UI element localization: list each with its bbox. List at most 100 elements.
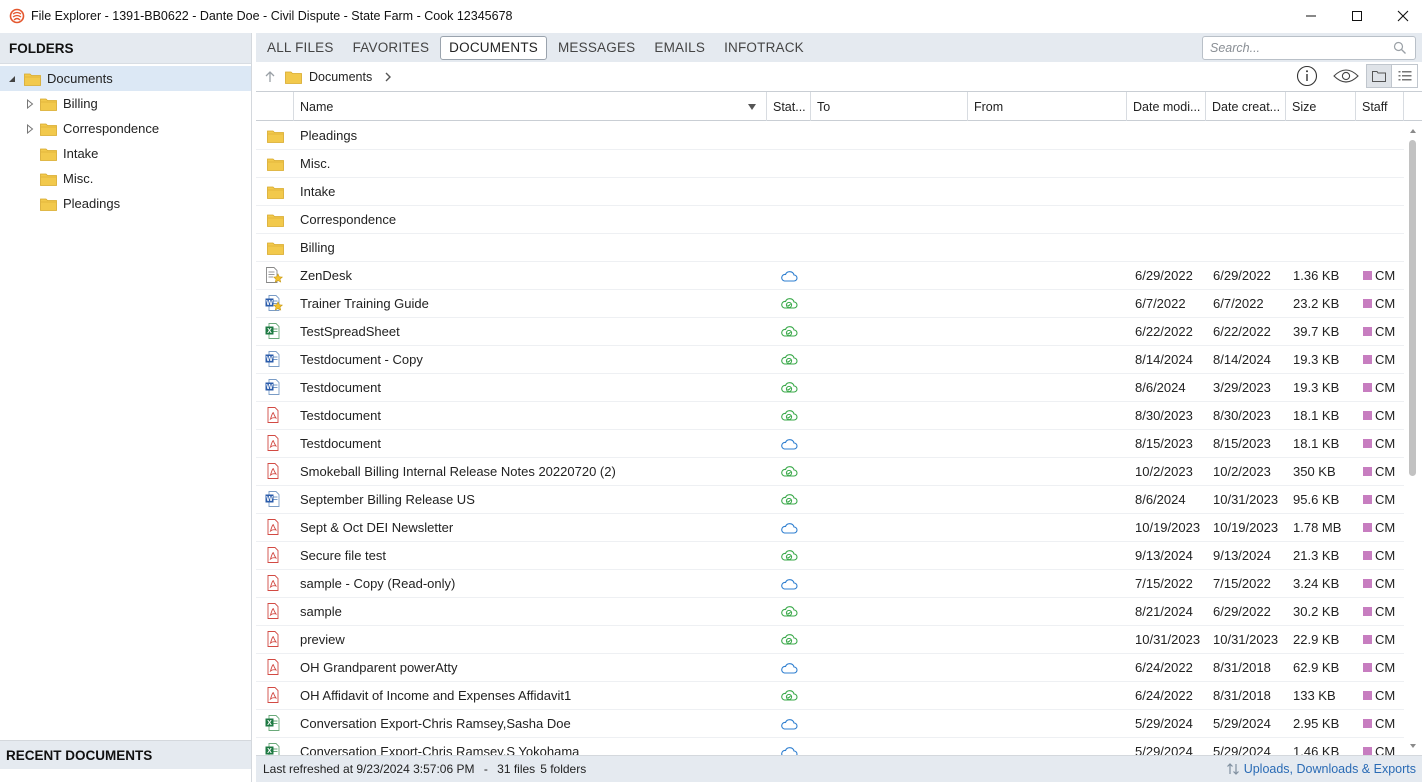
- row-date-modified: 6/24/2022: [1135, 688, 1193, 703]
- row-name[interactable]: Sept & Oct DEI Newsletter: [294, 514, 767, 542]
- row-name[interactable]: Smokeball Billing Internal Release Notes…: [294, 458, 767, 486]
- scroll-up-icon[interactable]: [1404, 124, 1422, 138]
- row-name[interactable]: preview: [294, 626, 767, 654]
- col-header-date-created[interactable]: Date creat...: [1206, 92, 1286, 121]
- collapsed-caret-icon[interactable]: [24, 98, 36, 110]
- file-row[interactable]: Testdocument 8/15/2023 8/15/2023 18.1 KB CM: [256, 430, 1404, 458]
- file-row[interactable]: Secure file test 9/13/2024 9/13/2024 21.3 …: [256, 542, 1404, 570]
- file-row[interactable]: X Conversation Export-Chris Ramsey,Sasha …: [256, 710, 1404, 738]
- row-name[interactable]: Pleadings: [294, 122, 767, 150]
- row-name[interactable]: Secure file test: [294, 542, 767, 570]
- row-name[interactable]: Conversation Export-Chris Ramsey,S Yokoh…: [294, 738, 767, 755]
- info-button[interactable]: [1294, 64, 1320, 88]
- file-row[interactable]: sample - Copy (Read-only) 7/15/2022 7/15/…: [256, 570, 1404, 598]
- status-separator: -: [480, 762, 492, 776]
- minimize-button[interactable]: [1288, 0, 1334, 32]
- scroll-down-icon[interactable]: [1404, 739, 1422, 753]
- row-name[interactable]: ZenDesk: [294, 262, 767, 290]
- collapsed-caret-icon[interactable]: [24, 123, 36, 135]
- tab-favorites[interactable]: FAVORITES: [345, 36, 438, 60]
- row-name[interactable]: Correspondence: [294, 206, 767, 234]
- row-from: [968, 570, 1127, 598]
- tab-infotrack[interactable]: INFOTRACK: [716, 36, 812, 60]
- tree-item-intake[interactable]: Intake: [0, 141, 251, 166]
- row-name[interactable]: sample - Copy (Read-only): [294, 570, 767, 598]
- file-row[interactable]: W Testdocument - Copy 8/14/2024 8/14/2024…: [256, 346, 1404, 374]
- folder-row[interactable]: Misc.: [256, 150, 1404, 178]
- file-row[interactable]: OH Affidavit of Income and Expenses Affi…: [256, 682, 1404, 710]
- row-staff: CM: [1356, 430, 1404, 458]
- file-row[interactable]: Sept & Oct DEI Newsletter 10/19/2023 10/1…: [256, 514, 1404, 542]
- breadcrumb-documents[interactable]: Documents: [309, 70, 372, 84]
- maximize-button[interactable]: [1334, 0, 1380, 32]
- folder-row[interactable]: Billing: [256, 234, 1404, 262]
- folder-row[interactable]: Correspondence: [256, 206, 1404, 234]
- tree-item-documents[interactable]: Documents: [0, 66, 251, 91]
- row-to: [811, 514, 968, 542]
- scrollbar-thumb[interactable]: [1409, 140, 1416, 476]
- file-row[interactable]: ZenDesk 6/29/2022 6/29/2022 1.36 KB CM: [256, 262, 1404, 290]
- tab-all-files[interactable]: ALL FILES: [259, 36, 342, 60]
- file-row[interactable]: sample 8/21/2024 6/29/2022 30.2 KB CM: [256, 598, 1404, 626]
- col-header-size[interactable]: Size: [1286, 92, 1356, 121]
- col-header-name[interactable]: Name: [294, 92, 767, 121]
- row-name[interactable]: Testdocument: [294, 374, 767, 402]
- tree-item-misc[interactable]: Misc.: [0, 166, 251, 191]
- search-icon[interactable]: [1393, 41, 1407, 55]
- row-to: [811, 486, 968, 514]
- row-name[interactable]: Testdocument: [294, 402, 767, 430]
- row-name[interactable]: Testdocument - Copy: [294, 346, 767, 374]
- vertical-scrollbar[interactable]: [1404, 122, 1422, 755]
- col-header-icon[interactable]: [256, 92, 294, 121]
- file-row[interactable]: Smokeball Billing Internal Release Notes…: [256, 458, 1404, 486]
- row-name[interactable]: Billing: [294, 234, 767, 262]
- tree-item-label: Billing: [63, 96, 98, 111]
- tab-documents[interactable]: DOCUMENTS: [440, 35, 547, 60]
- tree-item-pleadings[interactable]: Pleadings: [0, 191, 251, 216]
- row-name[interactable]: Intake: [294, 178, 767, 206]
- row-name[interactable]: OH Affidavit of Income and Expenses Affi…: [294, 682, 767, 710]
- file-row[interactable]: W Trainer Training Guide 6/7/2022 6/7/202…: [256, 290, 1404, 318]
- col-header-status[interactable]: Stat...: [767, 92, 811, 121]
- list-view-button[interactable]: [1392, 64, 1418, 88]
- expanded-caret-icon[interactable]: [6, 73, 18, 85]
- row-name[interactable]: OH Grandparent powerAtty: [294, 654, 767, 682]
- file-row[interactable]: X TestSpreadSheet 6/22/2022 6/22/2022 39.7 …: [256, 318, 1404, 346]
- search-box[interactable]: [1202, 36, 1416, 60]
- row-name[interactable]: Conversation Export-Chris Ramsey,Sasha D…: [294, 710, 767, 738]
- folder-view-button[interactable]: [1366, 64, 1392, 88]
- preview-button[interactable]: [1328, 64, 1364, 88]
- col-header-from[interactable]: From: [968, 92, 1127, 121]
- file-row[interactable]: X Conversation Export-Chris Ramsey,S Yoko…: [256, 738, 1404, 755]
- file-row[interactable]: Testdocument 8/30/2023 8/30/2023 18.1 KB CM: [256, 402, 1404, 430]
- row-name[interactable]: TestSpreadSheet: [294, 318, 767, 346]
- row-name[interactable]: Testdocument: [294, 430, 767, 458]
- row-name[interactable]: Trainer Training Guide: [294, 290, 767, 318]
- file-row[interactable]: W Testdocument 8/6/2024 3/29/2023 19.3 KB C…: [256, 374, 1404, 402]
- row-to: [811, 654, 968, 682]
- row-status: [767, 122, 811, 150]
- folder-row[interactable]: Pleadings: [256, 122, 1404, 150]
- up-arrow-icon[interactable]: [263, 70, 277, 84]
- tab-emails[interactable]: EMAILS: [646, 36, 713, 60]
- search-input[interactable]: [1210, 41, 1390, 55]
- file-row[interactable]: OH Grandparent powerAtty 6/24/2022 8/31/2…: [256, 654, 1404, 682]
- col-header-staff[interactable]: Staff: [1356, 92, 1404, 121]
- tab-messages[interactable]: MESSAGES: [550, 36, 643, 60]
- row-name[interactable]: September Billing Release US: [294, 486, 767, 514]
- row-name[interactable]: sample: [294, 598, 767, 626]
- chevron-right-icon[interactable]: [382, 71, 394, 83]
- recent-documents-header[interactable]: RECENT DOCUMENTS: [0, 740, 251, 769]
- row-name[interactable]: Misc.: [294, 150, 767, 178]
- tree-item-billing[interactable]: Billing: [0, 91, 251, 116]
- folder-row[interactable]: Intake: [256, 178, 1404, 206]
- tree-item-correspondence[interactable]: Correspondence: [0, 116, 251, 141]
- file-row[interactable]: W September Billing Release US 8/6/2024 1…: [256, 486, 1404, 514]
- file-row[interactable]: preview 10/31/2023 10/31/2023 22.9 KB CM: [256, 626, 1404, 654]
- staff-color-tag: [1363, 299, 1372, 308]
- close-window-button[interactable]: [1380, 0, 1426, 32]
- uploads-downloads-link[interactable]: Uploads, Downloads & Exports: [1226, 762, 1416, 776]
- row-date-modified: 5/29/2024: [1135, 744, 1193, 755]
- col-header-date-modified[interactable]: Date modi...: [1127, 92, 1206, 121]
- col-header-to[interactable]: To: [811, 92, 968, 121]
